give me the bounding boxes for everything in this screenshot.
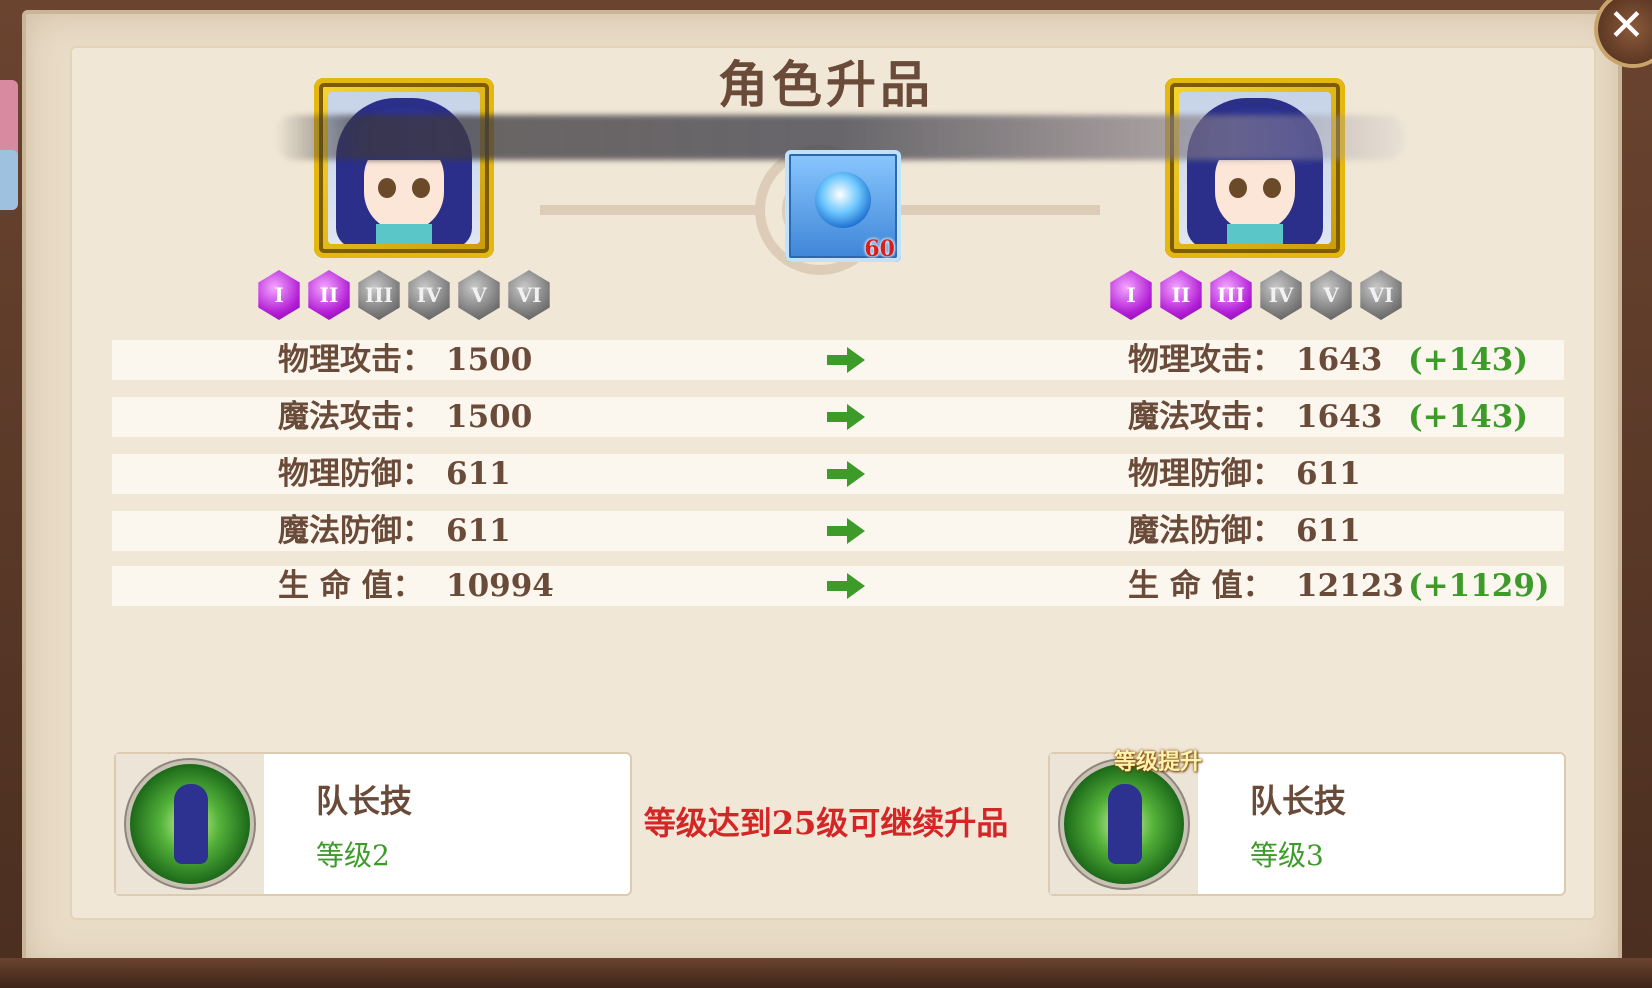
stat-label-before: 魔法攻击：: [278, 399, 433, 435]
arrow-right-icon: [827, 404, 865, 430]
stat-row: 物理攻击： 1500 物理攻击： 1643 (+143): [112, 340, 1564, 380]
grade-hex-5: V: [458, 270, 500, 320]
grade-hex-6: VI: [508, 270, 550, 320]
grade-hex-2: II: [308, 270, 350, 320]
stat-row: 魔法防御： 611 魔法防御： 611: [112, 511, 1564, 551]
stat-value-after: 611: [1296, 513, 1361, 549]
stat-value-after: 1643: [1296, 342, 1383, 378]
arrow-right-icon: [827, 461, 865, 487]
stat-value-before: 611: [446, 456, 511, 492]
stat-label-after: 魔法攻击：: [1128, 399, 1283, 435]
character-portrait-after: [1165, 78, 1345, 258]
stat-label-after: 生 命 值：: [1128, 568, 1274, 604]
stat-row: 物理防御： 611 物理防御： 611: [112, 454, 1564, 494]
grade-hex-5: V: [1310, 270, 1352, 320]
skill-level: 等级2: [316, 839, 390, 872]
item-count: 60: [864, 236, 895, 262]
skill-name: 队长技: [1250, 782, 1347, 820]
upgrade-notice: 等级达到25级可继续升品: [643, 804, 1009, 842]
stat-increase: (+143): [1408, 342, 1529, 378]
grade-hex-1: I: [1110, 270, 1152, 320]
stat-label-before: 魔法防御：: [278, 513, 433, 549]
grade-hex-2: II: [1160, 270, 1202, 320]
upgrade-crystal-icon: [815, 172, 871, 228]
skill-level: 等级3: [1250, 839, 1324, 872]
stat-value-before: 1500: [446, 399, 533, 435]
stat-increase: (+1129): [1408, 568, 1550, 604]
grade-hex-1: I: [258, 270, 300, 320]
stat-value-after: 12123: [1296, 568, 1404, 604]
arrow-right-icon: [827, 573, 865, 599]
leader-skill-card-before[interactable]: 队长技 等级2: [114, 752, 632, 896]
grade-hex-3: III: [358, 270, 400, 320]
character-portrait-before: [314, 78, 494, 258]
stat-label-after: 物理攻击：: [1128, 342, 1283, 378]
grade-hex-6: VI: [1360, 270, 1402, 320]
grade-hex-3: III: [1210, 270, 1252, 320]
page-title: 角色升品: [718, 55, 934, 114]
level-up-badge: 等级提升: [1114, 749, 1203, 775]
stat-row: 魔法攻击： 1500 魔法攻击： 1643 (+143): [112, 397, 1564, 437]
grade-row-before: I II III IV V VI: [256, 270, 552, 320]
stat-label-after: 魔法防御：: [1128, 513, 1283, 549]
arrow-right-icon: [827, 518, 865, 544]
stat-label-after: 物理防御：: [1128, 456, 1283, 492]
stat-label-before: 生 命 值：: [278, 568, 424, 604]
stat-value-before: 611: [446, 513, 511, 549]
stat-value-before: 1500: [446, 342, 533, 378]
grade-hex-4: IV: [408, 270, 450, 320]
arrow-right-icon: [827, 347, 865, 373]
grade-hex-4: IV: [1260, 270, 1302, 320]
stat-value-after: 611: [1296, 456, 1361, 492]
skill-name: 队长技: [316, 782, 413, 820]
leader-skill-icon: [1064, 764, 1184, 884]
frame-bottom: [0, 958, 1652, 988]
side-tab: [0, 150, 18, 210]
stat-value-after: 1643: [1296, 399, 1383, 435]
stat-label-before: 物理攻击：: [278, 342, 433, 378]
stat-increase: (+143): [1408, 399, 1529, 435]
stat-value-before: 10994: [446, 568, 554, 604]
stat-label-before: 物理防御：: [278, 456, 433, 492]
grade-row-after: I II III IV V VI: [1108, 270, 1404, 320]
leader-skill-icon: [130, 764, 250, 884]
leader-skill-card-after[interactable]: 等级提升 队长技 等级3: [1048, 749, 1566, 896]
upgrade-item[interactable]: 60: [785, 150, 901, 262]
close-icon: ✕: [1608, 0, 1645, 51]
stat-row: 生 命 值： 10994 生 命 值： 12123 (+1129): [112, 566, 1564, 606]
